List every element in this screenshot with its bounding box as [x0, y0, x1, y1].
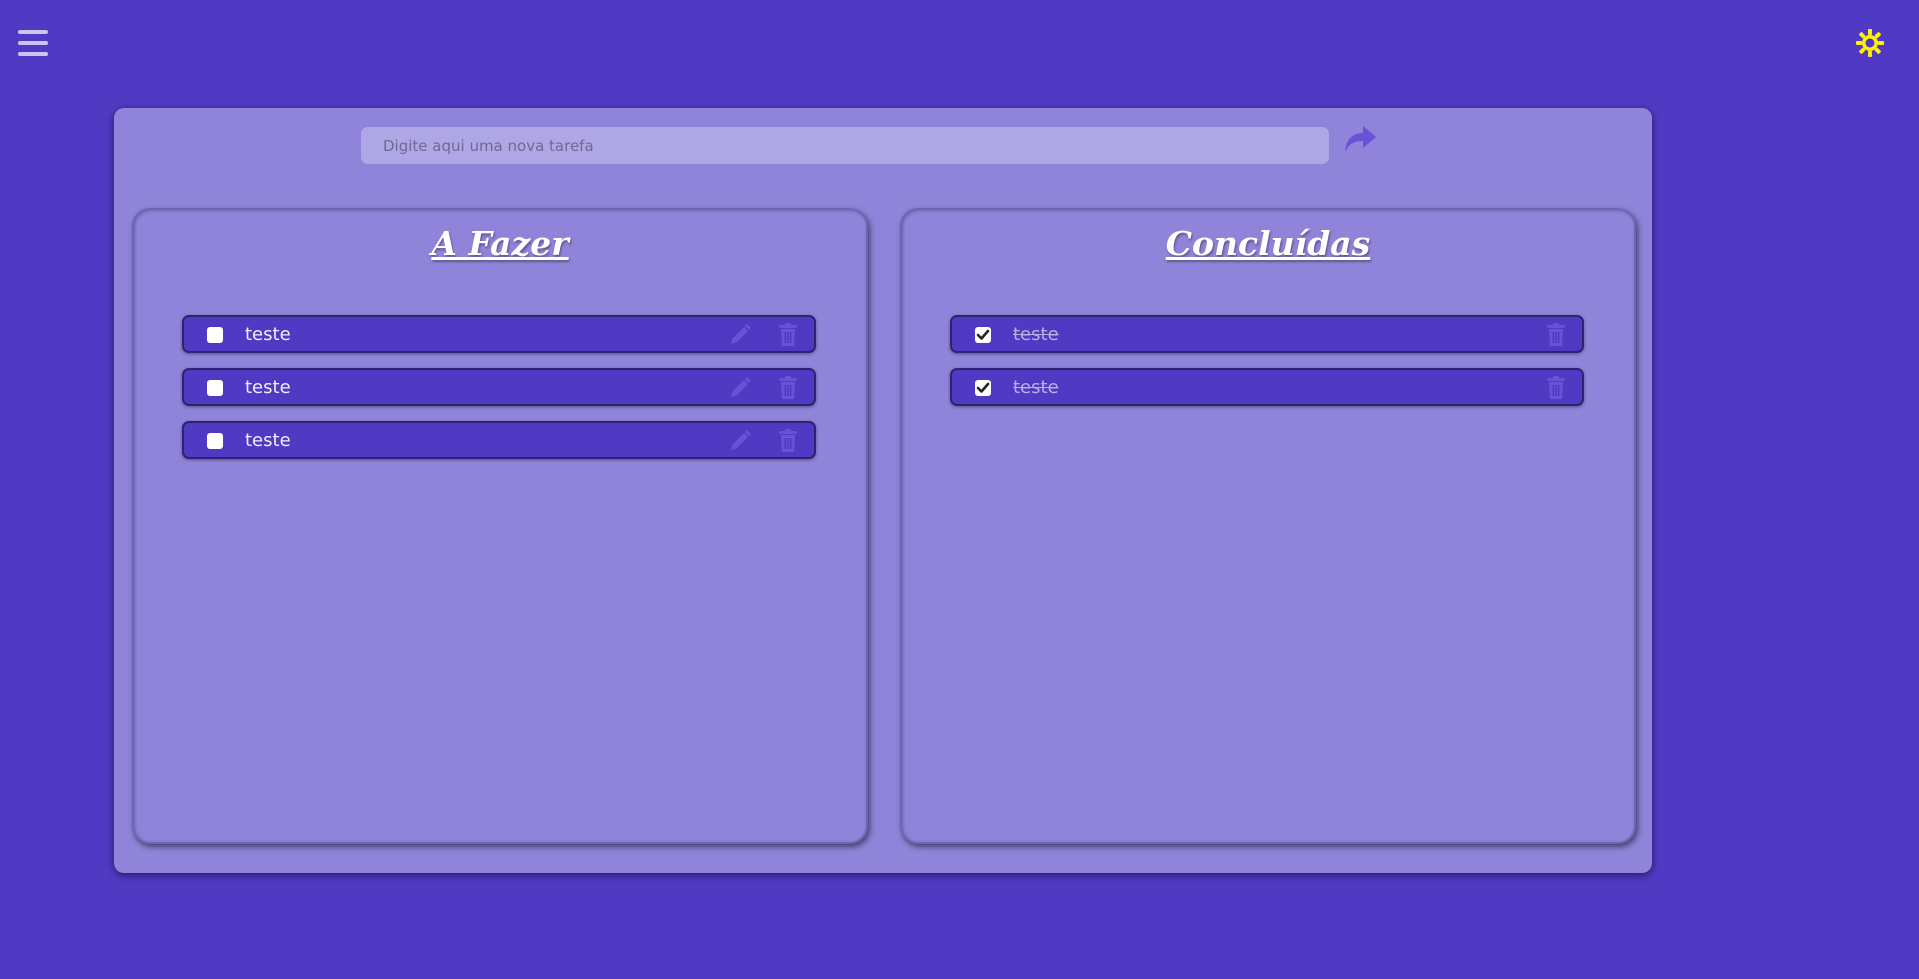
- pencil-icon: [731, 430, 751, 450]
- task-checkbox[interactable]: [207, 380, 223, 396]
- task-item: teste: [950, 368, 1584, 406]
- add-task-button[interactable]: [1342, 122, 1378, 156]
- done-title: Concluídas: [1165, 224, 1371, 263]
- check-icon: [976, 382, 990, 393]
- trash-icon: [1547, 323, 1565, 346]
- pencil-icon: [731, 324, 751, 344]
- task-item: teste: [182, 368, 816, 406]
- task-item: teste: [182, 421, 816, 459]
- task-checkbox[interactable]: [975, 327, 991, 343]
- task-item: teste: [950, 315, 1584, 353]
- new-task-input[interactable]: [361, 127, 1329, 164]
- delete-task-button[interactable]: [778, 323, 798, 347]
- delete-task-button[interactable]: [778, 429, 798, 453]
- task-label: teste: [1013, 324, 1059, 345]
- hamburger-line: [18, 41, 48, 45]
- todo-list: teste teste teste: [182, 315, 816, 474]
- task-item: teste: [182, 315, 816, 353]
- trash-icon: [1547, 376, 1565, 399]
- trash-icon: [779, 323, 797, 346]
- main-card: A Fazer teste teste teste Concluídas teste…: [114, 108, 1652, 873]
- check-icon: [976, 329, 990, 340]
- done-list: teste teste: [950, 315, 1584, 421]
- task-checkbox[interactable]: [207, 433, 223, 449]
- task-label: teste: [245, 430, 291, 451]
- edit-task-button[interactable]: [728, 376, 752, 400]
- task-label: teste: [1013, 377, 1059, 398]
- done-column: Concluídas teste teste: [900, 208, 1636, 844]
- theme-toggle-button[interactable]: [1855, 28, 1885, 58]
- todo-column: A Fazer teste teste teste: [132, 208, 868, 844]
- hamburger-menu-icon: [18, 30, 48, 34]
- edit-task-button[interactable]: [728, 429, 752, 453]
- delete-task-button[interactable]: [1546, 323, 1566, 347]
- menu-button[interactable]: [18, 30, 48, 58]
- task-label: teste: [245, 324, 291, 345]
- task-checkbox[interactable]: [207, 327, 223, 343]
- todo-title: A Fazer: [431, 224, 569, 263]
- delete-task-button[interactable]: [1546, 376, 1566, 400]
- trash-icon: [779, 429, 797, 452]
- trash-icon: [779, 376, 797, 399]
- delete-task-button[interactable]: [778, 376, 798, 400]
- hamburger-line: [18, 52, 48, 56]
- task-checkbox[interactable]: [975, 380, 991, 396]
- task-label: teste: [245, 377, 291, 398]
- edit-task-button[interactable]: [728, 323, 752, 347]
- pencil-icon: [731, 377, 751, 397]
- sun-icon: [1856, 29, 1884, 57]
- share-arrow-icon: [1345, 126, 1376, 152]
